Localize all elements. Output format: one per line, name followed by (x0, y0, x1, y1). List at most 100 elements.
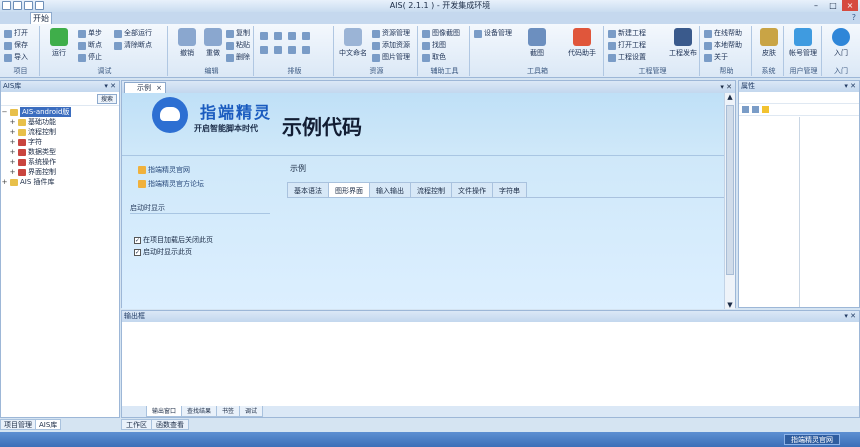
output-text-area[interactable] (122, 322, 859, 407)
example-tab[interactable]: 文件操作 (451, 182, 493, 198)
breakpoint-button[interactable]: 断点 (78, 40, 102, 51)
expand-icon[interactable]: + (9, 127, 16, 137)
search-button[interactable]: 搜索 (97, 94, 117, 104)
resource-manage-button[interactable]: 资源管理 (372, 28, 410, 39)
alphabetical-icon[interactable] (752, 106, 759, 113)
outdent-icon[interactable] (274, 45, 282, 54)
close-after-load-checkbox[interactable]: ✓ 在项目加载后关闭此页 (134, 235, 213, 245)
ribbon-tab-home[interactable]: 开始 (30, 12, 52, 24)
local-help-button[interactable]: 本地帮助 (704, 40, 742, 51)
tab-output[interactable]: 输出窗口 (146, 406, 183, 417)
official-forum-link[interactable]: 指端精灵官方论坛 (138, 179, 204, 189)
project-settings-button[interactable]: 工程设置 (608, 52, 646, 63)
maximize-button[interactable]: □ (825, 0, 841, 11)
close-tab-icon[interactable]: × (156, 83, 162, 93)
capture-button[interactable]: 截图 (522, 28, 552, 64)
example-tab[interactable]: 流程控制 (410, 182, 452, 198)
tree-node[interactable]: + AIS 插件库 (1, 177, 119, 187)
clear-breakpoints-button[interactable]: 清除断点 (114, 40, 152, 51)
expand-icon[interactable]: + (9, 147, 16, 157)
scrollbar-thumb[interactable] (726, 105, 734, 275)
comment-icon[interactable] (288, 45, 296, 54)
intro-button[interactable]: 入门 (826, 28, 856, 64)
about-button[interactable]: 关于 (704, 52, 728, 63)
tab-function-view[interactable]: 函数查看 (151, 419, 189, 430)
screenshot-tool-button[interactable]: 图像截图 (422, 28, 460, 39)
save-button[interactable]: 保存 (4, 40, 28, 51)
categorized-icon[interactable] (742, 106, 749, 113)
new-project-button[interactable]: 新建工程 (608, 28, 646, 39)
tab-bookmarks[interactable]: 书签 (216, 406, 241, 417)
official-site-status-link[interactable]: 指端精灵官网 (784, 434, 840, 445)
example-tab[interactable]: 图形界面 (328, 182, 370, 198)
tree-node[interactable]: + 系统操作 (1, 157, 119, 167)
checkbox[interactable]: ✓ (134, 248, 141, 256)
example-tab[interactable]: 输入输出 (369, 182, 411, 198)
align-center-icon[interactable] (274, 31, 282, 40)
step-button[interactable]: 单步 (78, 28, 102, 39)
example-tab[interactable]: 基本语法 (287, 182, 329, 198)
import-button[interactable]: 导入 (4, 52, 28, 63)
color-picker-button[interactable]: 取色 (422, 52, 446, 63)
tab-example[interactable]: 示例 × (124, 82, 166, 93)
pin-icon[interactable]: ▾ ✕ (844, 311, 856, 322)
indent-icon[interactable] (260, 45, 268, 54)
expand-icon[interactable]: + (1, 177, 8, 187)
expand-icon[interactable]: + (9, 157, 16, 167)
tab-project-manage[interactable]: 项目管理 (0, 419, 36, 430)
example-tab[interactable]: 字符串 (492, 182, 527, 198)
delete-button[interactable]: 删除 (226, 52, 250, 63)
collapse-icon[interactable]: − (1, 107, 8, 117)
tree-node[interactable]: + 字符 (1, 137, 119, 147)
account-button[interactable]: 帐号管理 (788, 28, 818, 64)
tree-node[interactable]: + 流程控制 (1, 127, 119, 137)
tree-node[interactable]: + 界面控制 (1, 167, 119, 177)
properties-object-select[interactable] (739, 92, 859, 104)
pin-icon[interactable]: ▾ ✕ (104, 81, 116, 92)
uncomment-icon[interactable] (302, 45, 310, 54)
open-button[interactable]: 打开 (4, 28, 28, 39)
stop-button[interactable]: 停止 (78, 52, 102, 63)
new-file-icon[interactable] (13, 1, 22, 10)
official-site-link[interactable]: 指端精灵官网 (138, 165, 190, 175)
paste-button[interactable]: 粘贴 (226, 40, 250, 51)
chinese-naming-button[interactable]: 中文命名 (338, 28, 368, 64)
open-project-button[interactable]: 打开工程 (608, 40, 646, 51)
scroll-up-icon[interactable]: ▲ (725, 93, 735, 101)
tab-find-results[interactable]: 查找结果 (181, 406, 218, 417)
align-left-icon[interactable] (260, 31, 268, 40)
online-help-button[interactable]: 在线帮助 (704, 28, 742, 39)
close-button[interactable]: × (842, 0, 858, 11)
app-icon[interactable] (2, 1, 11, 10)
align-right-icon[interactable] (288, 31, 296, 40)
find-image-button[interactable]: 找图 (422, 40, 446, 51)
run-button[interactable]: 运行 (44, 28, 74, 64)
expand-icon[interactable]: + (9, 137, 16, 147)
run-all-button[interactable]: 全部运行 (114, 28, 152, 39)
vertical-scrollbar[interactable]: ▲ ▼ (724, 93, 735, 309)
property-grid[interactable] (739, 117, 859, 307)
redo-button[interactable]: 重做 (198, 28, 228, 64)
tab-ais-library[interactable]: AIS库 (35, 419, 62, 430)
image-manage-button[interactable]: 图片管理 (372, 52, 410, 63)
skin-button[interactable]: 皮肤 (754, 28, 784, 64)
pin-icon[interactable]: ▾ ✕ (844, 81, 856, 92)
align-top-icon[interactable] (302, 31, 310, 40)
tab-list-icon[interactable]: ▾ ✕ (720, 81, 732, 93)
save-icon[interactable] (35, 1, 44, 10)
open-folder-icon[interactable] (24, 1, 33, 10)
publish-button[interactable]: 工程发布 (668, 28, 698, 64)
tree-node[interactable]: − AIS-android版 (1, 107, 119, 117)
expand-icon[interactable]: + (9, 167, 16, 177)
tab-debug[interactable]: 调试 (239, 406, 264, 417)
minimize-button[interactable]: – (808, 0, 824, 11)
checkbox[interactable]: ✓ (134, 236, 141, 244)
show-on-startup-checkbox[interactable]: ✓ 启动时显示此页 (134, 247, 192, 257)
tab-workspace[interactable]: 工作区 (121, 419, 152, 430)
device-manage-button[interactable]: 设备管理 (474, 28, 512, 39)
code-assistant-button[interactable]: 代码助手 (562, 28, 602, 64)
help-icon[interactable]: ? (852, 12, 856, 24)
copy-button[interactable]: 复制 (226, 28, 250, 39)
add-resource-button[interactable]: 添加资源 (372, 40, 410, 51)
tree-node[interactable]: + 数据类型 (1, 147, 119, 157)
